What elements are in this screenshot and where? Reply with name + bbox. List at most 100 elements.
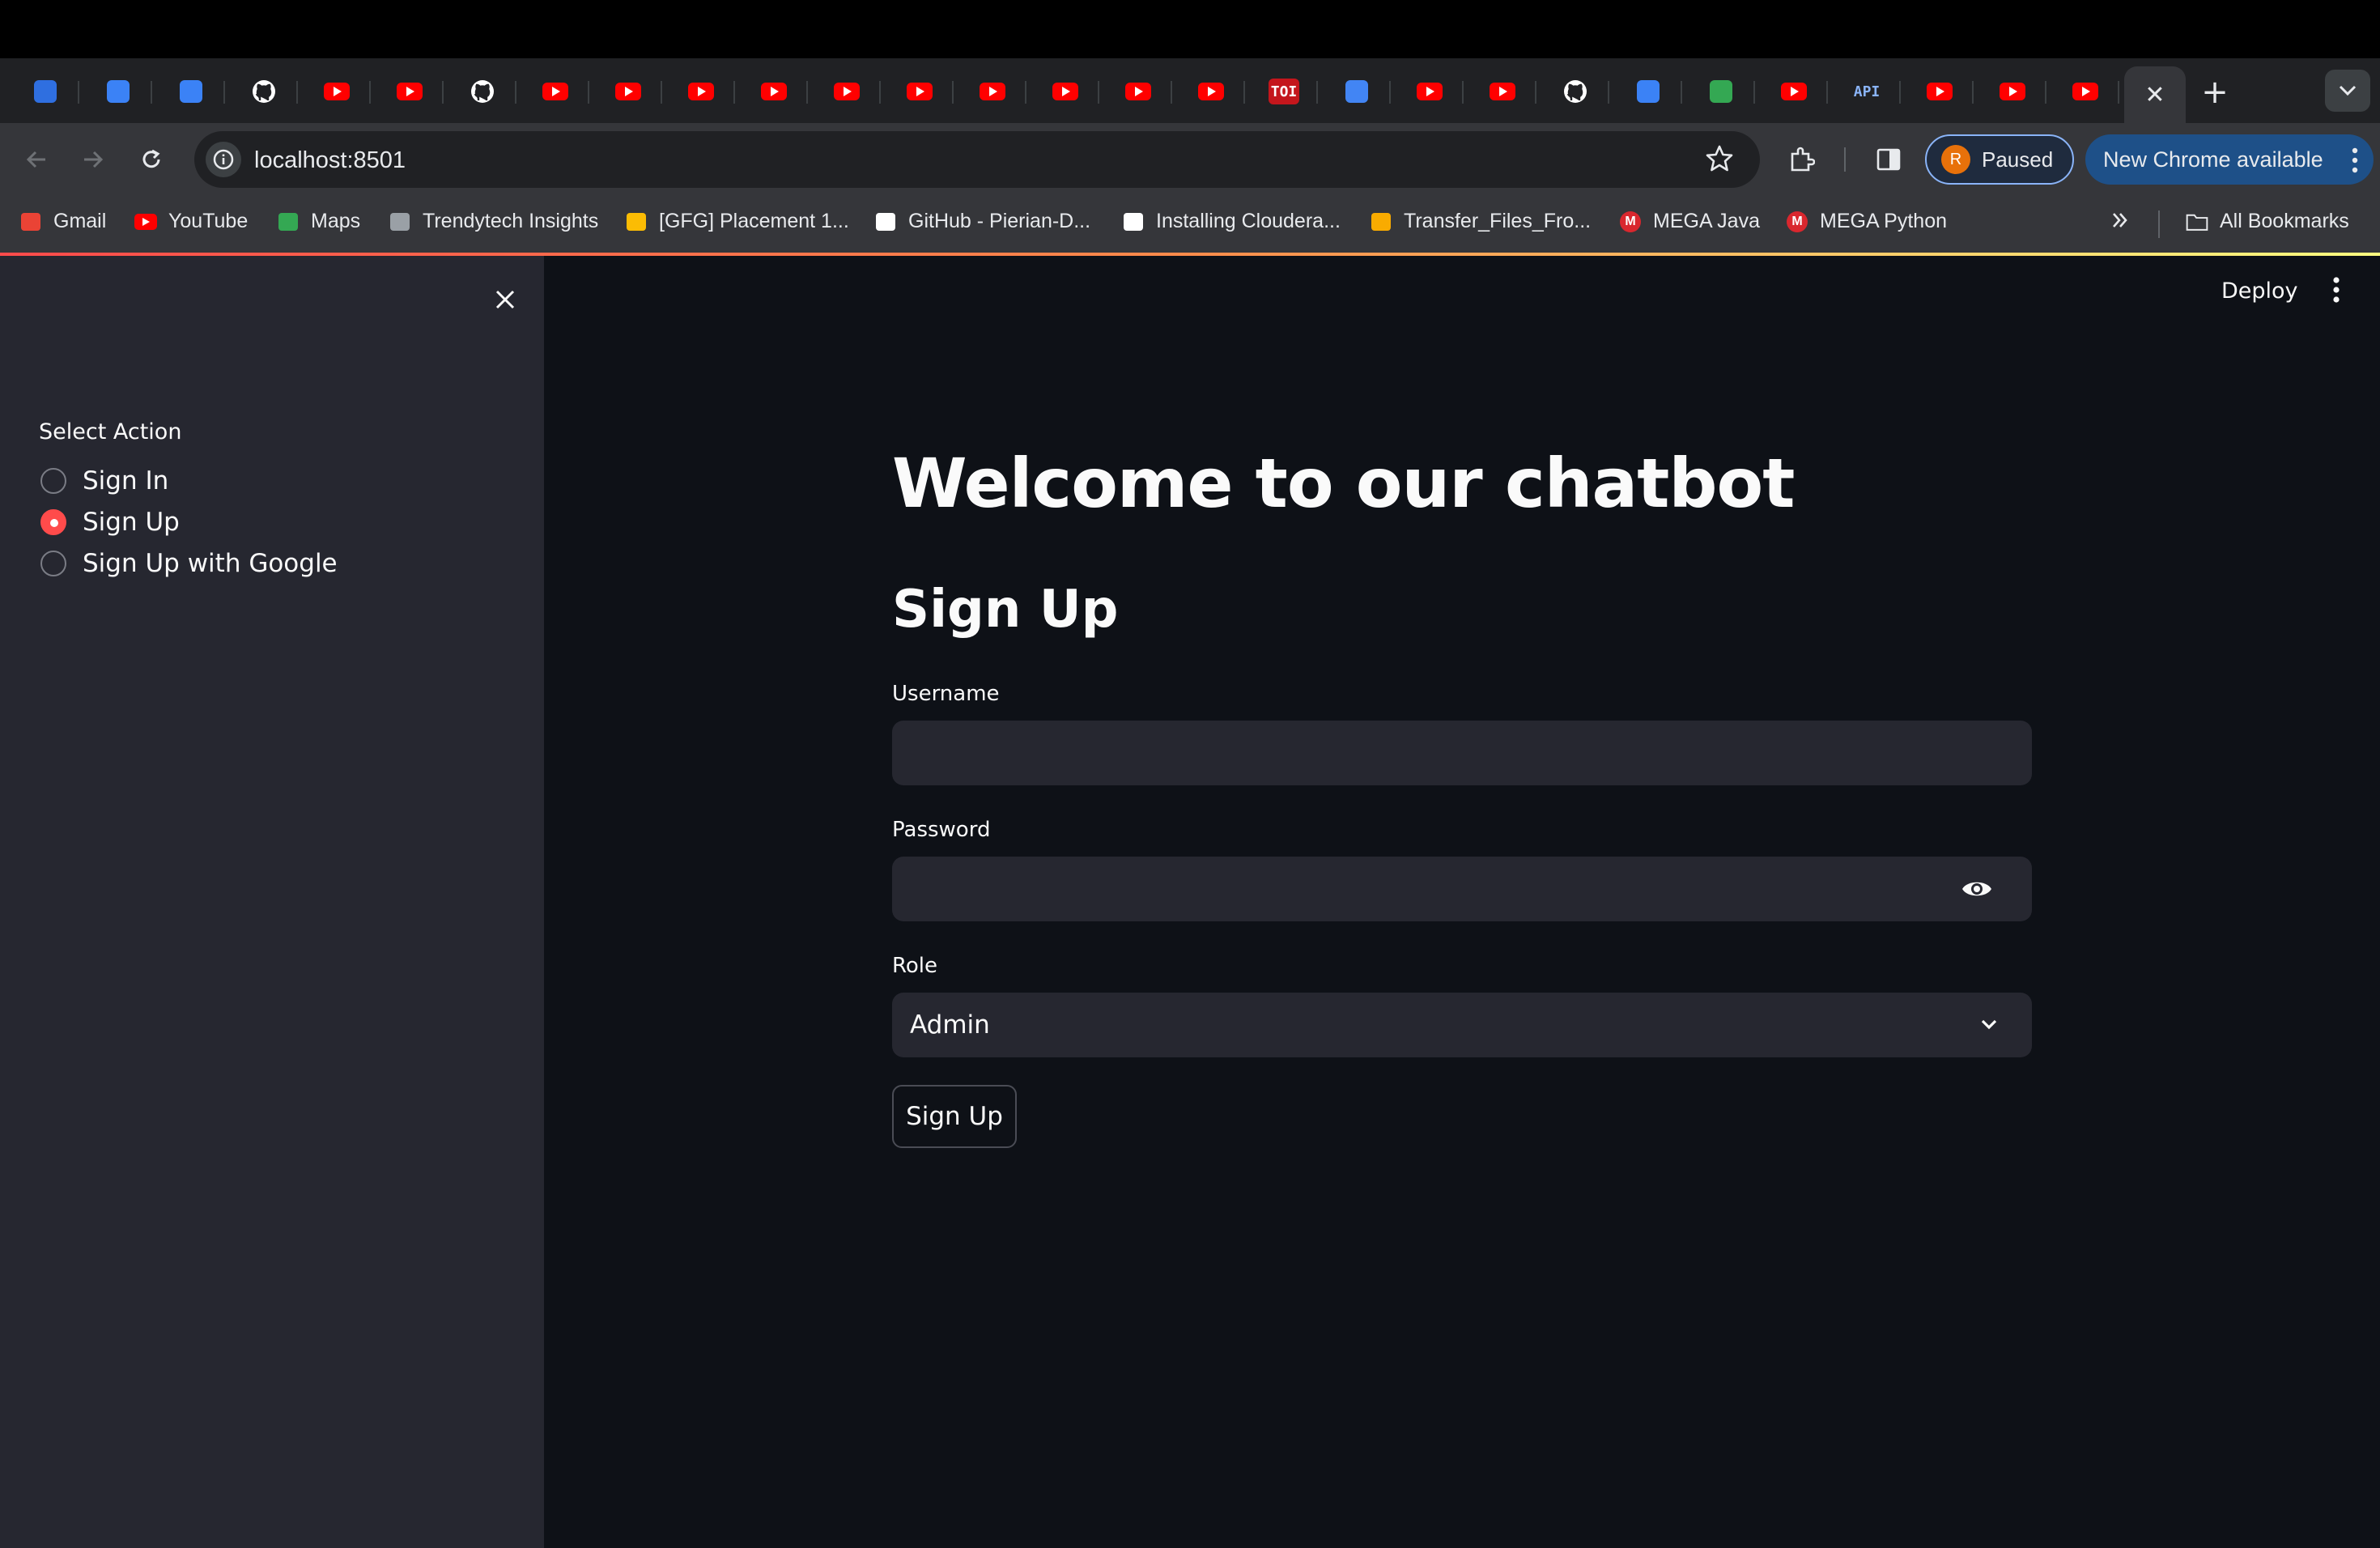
browser-tab[interactable] <box>1177 66 1245 117</box>
all-bookmarks-button[interactable]: All Bookmarks <box>2186 210 2349 233</box>
bookmark-item[interactable]: Maps <box>277 210 360 233</box>
tab-separator <box>1681 81 1682 104</box>
browser-tab[interactable] <box>594 66 662 117</box>
chrome-update-button[interactable]: New Chrome available <box>2085 134 2374 185</box>
tab-separator <box>733 81 735 104</box>
browser-tab[interactable] <box>303 66 371 117</box>
close-sidebar-button[interactable] <box>487 282 523 317</box>
browser-tab[interactable] <box>813 66 881 117</box>
mega-icon: M <box>1786 211 1808 233</box>
main-menu-button[interactable] <box>2331 275 2341 308</box>
browser-tab[interactable] <box>886 66 954 117</box>
browser-tab[interactable] <box>1978 66 2046 117</box>
youtube-icon <box>2072 83 2098 100</box>
bookmark-item[interactable]: M MEGA Java <box>1619 210 1760 233</box>
avatar: R <box>1941 145 1970 174</box>
deploy-button[interactable]: Deploy <box>2221 279 2298 304</box>
browser-tab[interactable] <box>11 66 79 117</box>
radio-option[interactable]: Sign Up with Google <box>40 549 338 578</box>
bookmark-item[interactable]: GitHub - Pierian-D... <box>874 210 1090 233</box>
mega-icon: M <box>1619 211 1642 233</box>
bookmark-item[interactable]: Transfer_Files_Fro... <box>1370 210 1591 233</box>
browser-tab[interactable] <box>958 66 1026 117</box>
site-info-icon[interactable] <box>206 142 241 177</box>
new-tab-button[interactable]: + <box>2192 70 2238 115</box>
browser-tab[interactable] <box>230 66 298 117</box>
tab-separator <box>879 81 881 104</box>
tab-separator <box>1171 81 1172 104</box>
forward-button[interactable] <box>70 136 117 183</box>
tab-separator <box>1316 81 1318 104</box>
bookmark-item[interactable]: [GFG] Placement 1... <box>625 210 849 233</box>
browser-tab[interactable] <box>376 66 444 117</box>
tab-separator <box>442 81 444 104</box>
radio-unselected-icon[interactable] <box>40 551 66 576</box>
youtube-icon <box>907 83 933 100</box>
browser-tab[interactable] <box>1323 66 1391 117</box>
username-input[interactable] <box>892 721 2032 785</box>
bookmark-label: Transfer_Files_Fro... <box>1404 210 1592 232</box>
more-vert-icon <box>2333 277 2340 303</box>
chevron-down-icon <box>2339 85 2357 96</box>
browser-tab[interactable]: API <box>1833 66 1901 117</box>
browser-tab[interactable] <box>1906 66 1974 117</box>
browser-tab[interactable] <box>1687 66 1755 117</box>
bookmark-label: [GFG] Placement 1... <box>659 210 849 232</box>
bookmarks-overflow-button[interactable] <box>2110 210 2131 231</box>
tab-active-localhost[interactable]: ✕ <box>2124 66 2186 123</box>
extensions-button[interactable] <box>1778 136 1825 183</box>
reload-button[interactable] <box>128 136 175 183</box>
browser-tab[interactable] <box>1541 66 1609 117</box>
bookmark-item[interactable]: YouTube <box>134 210 248 233</box>
bookmark-item[interactable]: Trendytech Insights <box>389 210 598 233</box>
browser-tab[interactable] <box>1760 66 1828 117</box>
password-input[interactable] <box>892 857 2032 921</box>
profile-paused-button[interactable]: R Paused <box>1925 134 2074 185</box>
browser-tab-strip: ✕ + TOI API <box>0 58 2380 123</box>
youtube-icon <box>1052 83 1078 100</box>
browser-tab[interactable] <box>1031 66 1099 117</box>
tab-separator <box>78 81 79 104</box>
browser-tab[interactable] <box>667 66 735 117</box>
radio-selected-icon[interactable] <box>40 509 66 535</box>
google-docs-icon <box>1345 80 1368 103</box>
browser-tab[interactable] <box>84 66 152 117</box>
bookmark-item[interactable]: M MEGA Python <box>1786 210 1947 233</box>
radio-unselected-icon[interactable] <box>40 468 66 494</box>
address-bar[interactable]: localhost:8501 <box>194 131 1760 188</box>
tab-separator <box>1899 81 1901 104</box>
back-button[interactable] <box>13 136 60 183</box>
radio-option[interactable]: Sign Up <box>40 508 180 537</box>
side-panel-button[interactable] <box>1865 136 1912 183</box>
tab-separator <box>952 81 954 104</box>
role-selected-value: Admin <box>910 1010 990 1040</box>
tab-separator <box>1753 81 1755 104</box>
tab-separator <box>588 81 589 104</box>
browser-tab[interactable] <box>1396 66 1464 117</box>
tab-separator <box>515 81 516 104</box>
bookmark-item[interactable]: Gmail <box>19 210 106 233</box>
browser-tab[interactable] <box>2051 66 2119 117</box>
role-select[interactable]: Admin <box>892 993 2032 1057</box>
browser-tab[interactable] <box>1468 66 1536 117</box>
browser-tab[interactable] <box>157 66 225 117</box>
bookmark-item[interactable]: Installing Cloudera... <box>1122 210 1341 233</box>
browser-tab[interactable] <box>448 66 516 117</box>
radio-option[interactable]: Sign In <box>40 466 168 495</box>
api-icon: API <box>1853 83 1881 100</box>
browser-tab[interactable] <box>1104 66 1172 117</box>
browser-tab[interactable] <box>1614 66 1682 117</box>
chrome-update-label: New Chrome available <box>2103 147 2323 172</box>
show-password-button[interactable] <box>1961 874 1993 908</box>
close-icon[interactable]: ✕ <box>2144 81 2165 109</box>
bookmark-star-icon[interactable] <box>1703 142 1736 179</box>
browser-tab[interactable]: TOI <box>1250 66 1318 117</box>
azure-icon <box>180 80 202 103</box>
youtube-icon <box>980 83 1005 100</box>
tab-search-button[interactable] <box>2325 70 2370 112</box>
browser-tab[interactable] <box>521 66 589 117</box>
browser-tab[interactable] <box>740 66 808 117</box>
pen-tool-icon <box>1637 80 1660 103</box>
tab-separator <box>2045 81 2046 104</box>
sign-up-button[interactable]: Sign Up <box>892 1085 1017 1148</box>
